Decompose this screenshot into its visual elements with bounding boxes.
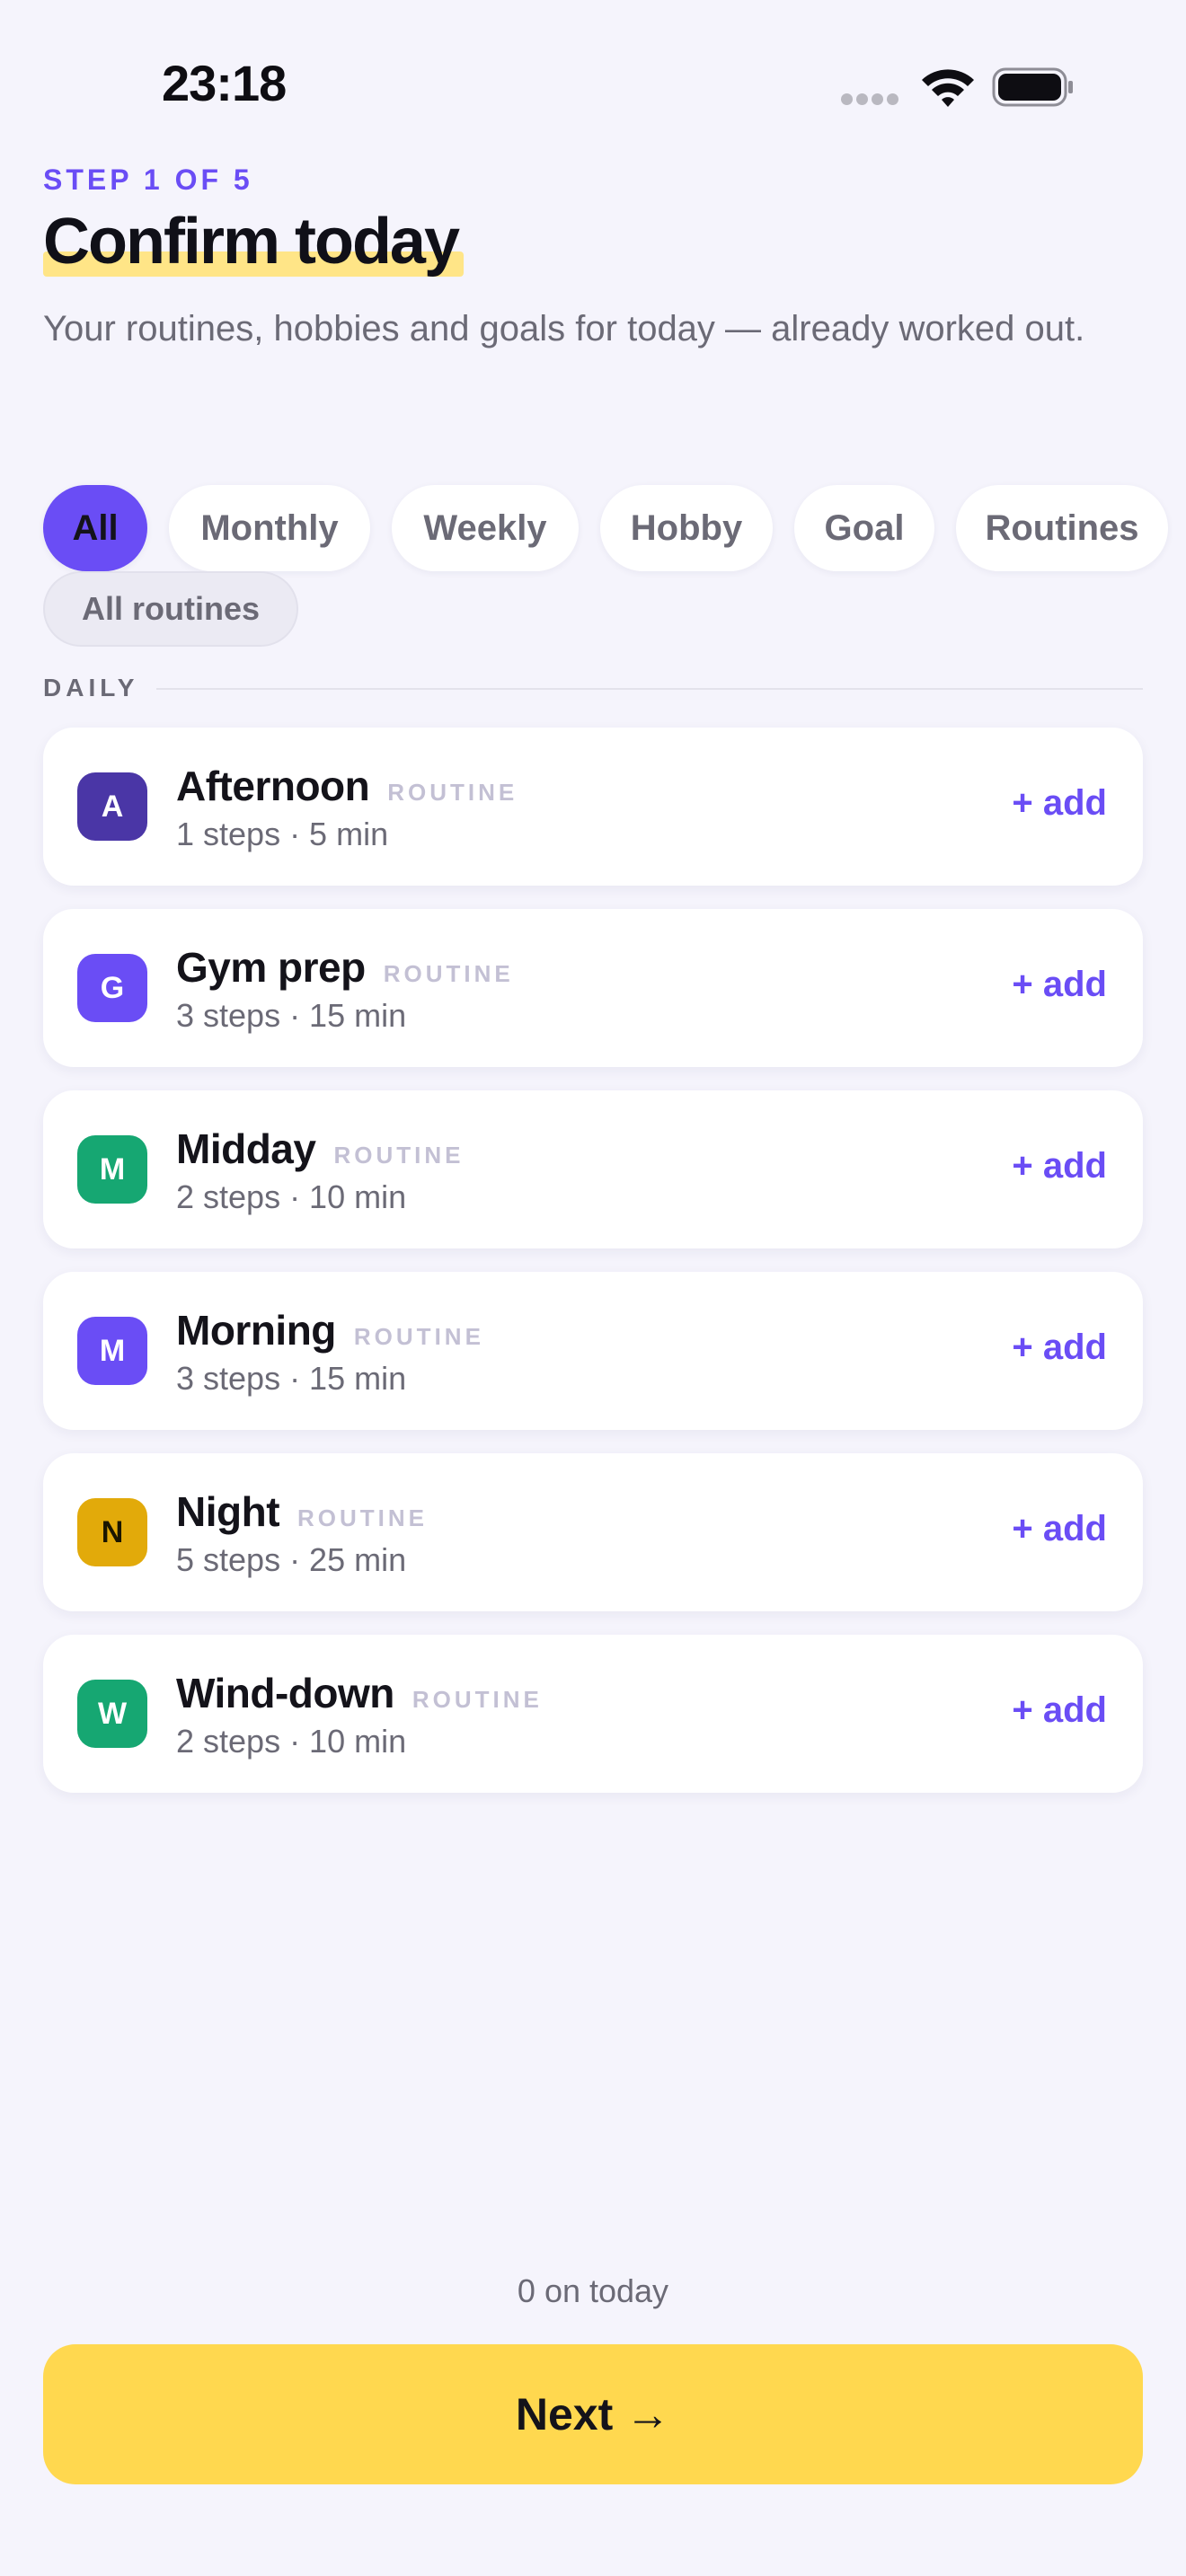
- routine-title-row: Midday ROUTINE: [176, 1125, 464, 1173]
- filter-chip-all[interactable]: All: [43, 485, 147, 571]
- routine-card-wind-down[interactable]: W Wind-down ROUTINE 2 steps · 10 min + a…: [43, 1635, 1143, 1793]
- routine-meta: 2 steps · 10 min: [176, 1178, 407, 1215]
- routine-card-afternoon[interactable]: A Afternoon ROUTINE 1 steps · 5 min + ad…: [43, 728, 1143, 886]
- routine-name: Gym prep: [176, 944, 366, 991]
- status-bar: 23:18: [0, 0, 1186, 171]
- routine-type-tag: ROUTINE: [387, 779, 518, 806]
- routine-meta: 2 steps · 10 min: [176, 1723, 407, 1760]
- filter-chip-monthly[interactable]: Monthly: [169, 485, 370, 571]
- routine-card-morning[interactable]: M Morning ROUTINE 3 steps · 15 min + add: [43, 1272, 1143, 1430]
- wifi-icon: [922, 69, 974, 107]
- routine-initial-badge: G: [77, 954, 147, 1022]
- filter-chip-routines[interactable]: Routines: [956, 485, 1168, 571]
- filter-chips: All Monthly Weekly Hobby Goal Routines A…: [43, 485, 1186, 647]
- routine-meta: 3 steps · 15 min: [176, 1360, 407, 1397]
- filter-chip-weekly[interactable]: Weekly: [392, 485, 579, 571]
- routine-type-tag: ROUTINE: [333, 1142, 465, 1169]
- title-block: Confirm today: [43, 205, 465, 278]
- routine-title-row: Night ROUTINE: [176, 1487, 428, 1536]
- routine-title-row: Afternoon ROUTINE: [176, 762, 518, 810]
- routine-card-gym-prep[interactable]: G Gym prep ROUTINE 3 steps · 15 min + ad…: [43, 909, 1143, 1067]
- next-button[interactable]: Next →: [43, 2344, 1143, 2484]
- status-time: 23:18: [162, 55, 287, 111]
- routine-meta: 5 steps · 25 min: [176, 1541, 407, 1578]
- routine-title-row: Morning ROUTINE: [176, 1306, 484, 1354]
- routine-name: Night: [176, 1488, 280, 1535]
- routine-card-midday[interactable]: M Midday ROUTINE 2 steps · 10 min + add: [43, 1090, 1143, 1248]
- routine-name: Afternoon: [176, 763, 370, 809]
- routine-type-tag: ROUTINE: [353, 1323, 484, 1350]
- filter-chip-hobby[interactable]: Hobby: [600, 485, 773, 571]
- battery-icon: [992, 67, 1073, 107]
- routine-name: Morning: [176, 1307, 336, 1354]
- routine-meta: 3 steps · 15 min: [176, 997, 407, 1034]
- add-button[interactable]: + add: [1012, 965, 1107, 1005]
- routine-meta: 1 steps · 5 min: [176, 816, 389, 852]
- routine-type-tag: ROUTINE: [383, 960, 514, 987]
- add-button[interactable]: + add: [1012, 1328, 1107, 1368]
- today-count: 0 on today: [517, 2272, 669, 2309]
- routine-initial-badge: N: [77, 1498, 147, 1566]
- routine-initial-badge: M: [77, 1317, 147, 1385]
- routine-type-tag: ROUTINE: [297, 1504, 429, 1531]
- section-divider: [156, 688, 1143, 690]
- routine-initial-badge: M: [77, 1135, 147, 1204]
- routine-name: Wind-down: [176, 1670, 394, 1716]
- routine-card-night[interactable]: N Night ROUTINE 5 steps · 25 min + add: [43, 1453, 1143, 1611]
- routine-initial-badge: W: [77, 1680, 147, 1748]
- filter-chip-goal[interactable]: Goal: [794, 485, 934, 571]
- page-title: Confirm today: [43, 206, 460, 278]
- routine-type-tag: ROUTINE: [412, 1686, 543, 1713]
- routine-name: Midday: [176, 1125, 316, 1172]
- routine-initial-badge: A: [77, 772, 147, 841]
- section-label-daily: DAILY: [43, 674, 139, 701]
- routine-title-row: Gym prep ROUTINE: [176, 943, 514, 992]
- add-button[interactable]: + add: [1012, 1509, 1107, 1549]
- cellular-signal-icon: [841, 93, 900, 106]
- add-button[interactable]: + add: [1012, 783, 1107, 824]
- filter-all-routines[interactable]: All routines: [43, 571, 298, 647]
- add-button[interactable]: + add: [1012, 1146, 1107, 1187]
- routine-title-row: Wind-down ROUTINE: [176, 1669, 543, 1717]
- step-indicator: STEP 1 OF 5: [43, 163, 253, 196]
- add-button[interactable]: + add: [1012, 1690, 1107, 1731]
- page-subtitle: Your routines, hobbies and goals for tod…: [43, 309, 1085, 348]
